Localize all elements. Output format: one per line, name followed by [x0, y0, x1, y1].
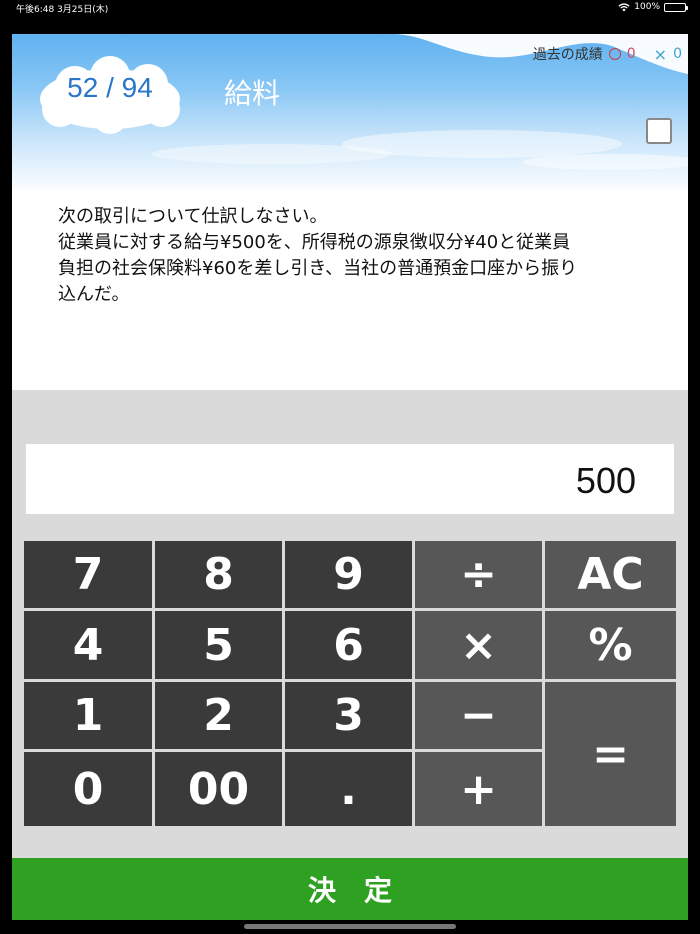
correct-icon: [608, 48, 621, 60]
bookmark-checkbox[interactable]: [646, 118, 672, 144]
battery-percent: 100%: [634, 2, 660, 12]
key-percent[interactable]: %: [545, 611, 676, 679]
key-5[interactable]: 5: [155, 611, 282, 679]
question-line: 負担の社会保険料¥60を差し引き、当社の普通預金口座から振り: [58, 258, 578, 279]
submit-button[interactable]: 決定: [12, 858, 688, 920]
display-value: 500: [575, 460, 636, 501]
question-line: 込んだ。: [58, 284, 130, 305]
key-decimal[interactable]: .: [285, 752, 412, 826]
home-indicator[interactable]: [244, 924, 456, 929]
question-counter: 52 / 94: [67, 72, 153, 103]
calculator-display: 500: [26, 444, 674, 514]
question-area: 次の取引について仕訳しなさい。 従業員に対する給与¥500を、所得税の源泉徴収分…: [12, 194, 688, 390]
key-9[interactable]: 9: [285, 541, 412, 608]
key-equals[interactable]: =: [545, 682, 676, 826]
key-2[interactable]: 2: [155, 682, 282, 749]
wrong-icon: ×: [653, 44, 668, 64]
status-time: 午後6:48 3月25日(木): [16, 5, 109, 15]
status-bar: 午後6:48 3月25日(木) 100%: [0, 0, 700, 15]
question-line: 次の取引について仕訳しなさい。: [58, 206, 328, 227]
key-00[interactable]: 00: [155, 752, 282, 826]
key-6[interactable]: 6: [285, 611, 412, 679]
correct-count: 0: [626, 46, 636, 62]
key-0[interactable]: 0: [24, 752, 152, 826]
calculator-keypad: 7 8 9 ÷ AC 4 5 6 × % 1 2 3 − = 0 00 . +: [24, 541, 676, 826]
key-plus[interactable]: +: [415, 752, 542, 826]
key-minus[interactable]: −: [415, 682, 542, 749]
key-4[interactable]: 4: [24, 611, 152, 679]
key-all-clear[interactable]: AC: [545, 541, 676, 608]
key-multiply[interactable]: ×: [415, 611, 542, 679]
wrong-count: 0: [673, 46, 682, 62]
key-1[interactable]: 1: [24, 682, 152, 749]
page-title: 給料: [224, 77, 281, 110]
header: 52 / 94 給料 過去の成績 0 × 0: [12, 34, 688, 194]
wifi-icon: [618, 2, 630, 12]
key-divide[interactable]: ÷: [415, 541, 542, 608]
app-panel: 52 / 94 給料 過去の成績 0 × 0 次の取引について仕訳しなさい。 従…: [12, 34, 688, 920]
past-record: 過去の成績 0 × 0: [533, 44, 682, 64]
battery-icon: [664, 2, 688, 12]
key-8[interactable]: 8: [155, 541, 282, 608]
key-3[interactable]: 3: [285, 682, 412, 749]
question-text: 次の取引について仕訳しなさい。 従業員に対する給与¥500を、所得税の源泉徴収分…: [58, 204, 658, 308]
question-line: 従業員に対する給与¥500を、所得税の源泉徴収分¥40と従業員: [58, 232, 571, 253]
record-label: 過去の成績: [532, 47, 603, 63]
key-7[interactable]: 7: [24, 541, 152, 608]
